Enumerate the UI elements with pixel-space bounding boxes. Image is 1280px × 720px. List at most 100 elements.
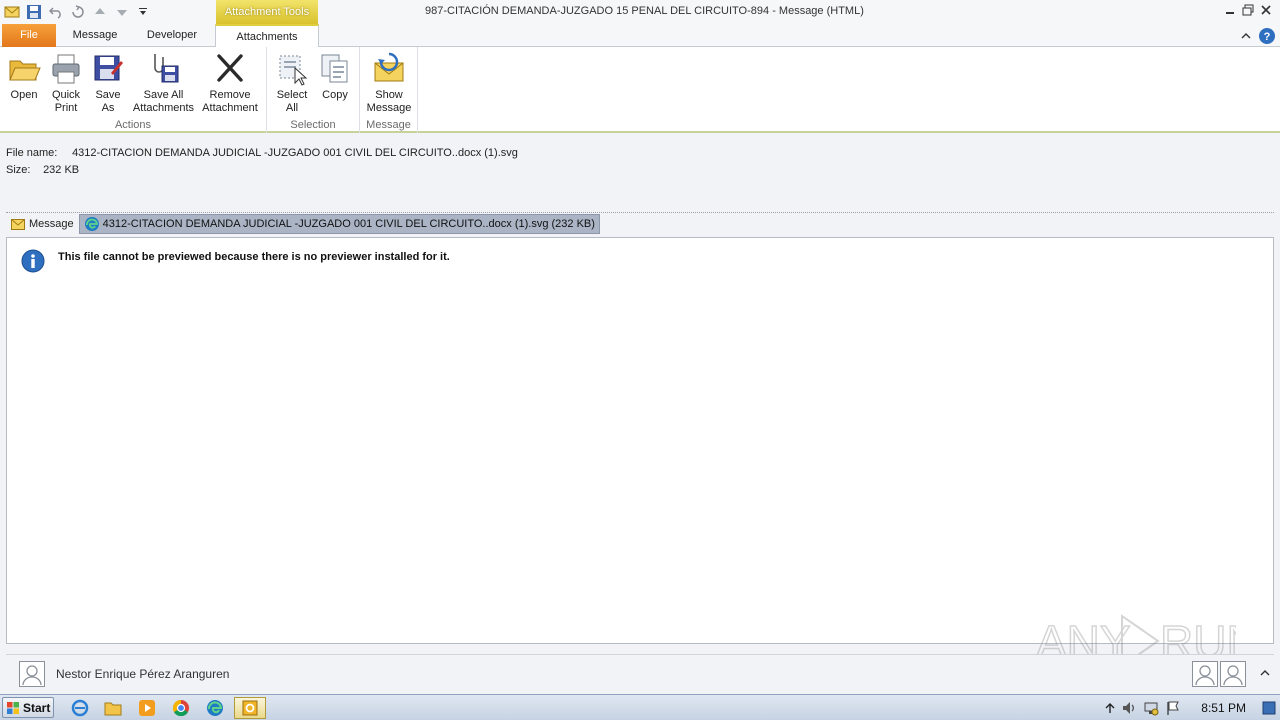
show-message-label-2: Message xyxy=(366,102,412,114)
actions-group-label: Actions xyxy=(114,119,152,131)
network-icon[interactable] xyxy=(1143,700,1159,716)
edge-icon xyxy=(84,217,99,231)
taskbar: Start 8:51 PM xyxy=(0,694,1280,720)
help-icon[interactable]: ? xyxy=(1258,27,1276,48)
title-bar: Attachment Tools 987-CITACIÓN DEMANDA-JU… xyxy=(0,0,1280,24)
attachment-file-label: 4312-CITACION DEMANDA JUDICIAL -JUZGADO … xyxy=(102,218,595,230)
show-message-button[interactable]: Show Message xyxy=(364,51,414,115)
attachment-preview-pane: This file cannot be previewed because th… xyxy=(6,237,1274,644)
ribbon-right-controls: ? xyxy=(1240,27,1276,48)
save-as-label-1: Save xyxy=(95,89,121,101)
select-all-button[interactable]: Select All xyxy=(272,51,312,115)
quick-print-label-1: Quick xyxy=(51,89,81,101)
select-all-label-1: Select xyxy=(276,89,308,101)
save-as-button[interactable]: Save As xyxy=(88,51,128,115)
envelope-icon xyxy=(11,218,25,230)
preview-message: This file cannot be previewed because th… xyxy=(58,251,450,263)
remove-label-2: Attachment xyxy=(202,102,258,114)
tab-file[interactable]: File xyxy=(2,24,56,47)
minimize-icon[interactable] xyxy=(1222,2,1238,18)
next-item-icon[interactable] xyxy=(112,3,132,21)
quick-print-button[interactable]: Quick Print xyxy=(45,51,87,115)
windows-logo-icon xyxy=(7,701,19,714)
file-name-label: File name: xyxy=(6,147,58,159)
show-hidden-icons-icon[interactable] xyxy=(1105,702,1115,714)
redo-icon[interactable] xyxy=(68,3,88,21)
save-all-label-1: Save All xyxy=(143,89,184,101)
start-label: Start xyxy=(23,700,51,715)
copy-label: Copy xyxy=(322,89,348,101)
contact-name[interactable]: Nestor Enrique Pérez Aranguren xyxy=(56,667,229,681)
file-size-label: Size: xyxy=(6,164,31,176)
system-tray: 8:51 PM xyxy=(1105,695,1280,720)
folder-open-icon xyxy=(9,60,41,81)
minimize-ribbon-icon[interactable] xyxy=(1240,30,1252,45)
expand-people-pane-icon[interactable] xyxy=(1260,668,1270,678)
taskbar-chrome-icon[interactable] xyxy=(167,697,195,719)
message-group-label: Message xyxy=(366,119,411,131)
printer-icon xyxy=(52,54,80,84)
open-label: Open xyxy=(10,89,38,101)
save-all-label-2: Attachments xyxy=(132,102,195,114)
tab-message[interactable]: Message xyxy=(62,24,128,47)
file-name-value: 4312-CITACION DEMANDA JUDICIAL -JUZGADO … xyxy=(72,147,518,159)
save-as-label-2: As xyxy=(101,102,115,114)
action-center-flag-icon[interactable] xyxy=(1165,700,1181,716)
actions-group: Open Quick Print Save As Save All Attach… xyxy=(0,47,267,133)
customize-qat-icon[interactable] xyxy=(134,3,154,21)
attachment-file-tab[interactable]: 4312-CITACION DEMANDA JUDICIAL -JUZGADO … xyxy=(78,214,600,234)
selection-group: Select All Copy Selection xyxy=(267,47,360,133)
select-all-label-2: All xyxy=(285,102,299,114)
info-icon xyxy=(21,249,45,273)
remove-x-icon xyxy=(217,54,243,82)
copy-button[interactable]: Copy xyxy=(315,51,355,102)
person-avatar-icon[interactable] xyxy=(1192,661,1218,687)
file-size-row: Size: 232 KB xyxy=(6,162,518,179)
taskbar-edge-icon[interactable] xyxy=(201,697,229,719)
show-message-icon xyxy=(374,52,404,82)
attachment-tools-header: Attachment Tools xyxy=(216,0,318,24)
copy-icon xyxy=(321,54,348,83)
ribbon: Open Quick Print Save As Save All Attach… xyxy=(0,47,1280,133)
select-all-icon xyxy=(279,55,308,86)
taskbar-explorer-icon[interactable] xyxy=(99,697,127,719)
remove-label-1: Remove xyxy=(209,89,251,101)
people-pane: Nestor Enrique Pérez Aranguren xyxy=(6,654,1274,690)
outlook-envelope-icon[interactable] xyxy=(2,3,22,21)
person-avatar-icon[interactable] xyxy=(1220,661,1246,687)
window-title: 987-CITACIÓN DEMANDA-JUZGADO 15 PENAL DE… xyxy=(425,5,864,17)
close-icon[interactable] xyxy=(1258,2,1274,18)
file-name-row: File name: 4312-CITACION DEMANDA JUDICIA… xyxy=(6,145,518,162)
tab-attachments[interactable]: Attachments xyxy=(215,24,319,48)
previous-item-icon[interactable] xyxy=(90,3,110,21)
attachment-strip: Message 4312-CITACION DEMANDA JUDICIAL -… xyxy=(6,213,600,235)
quick-access-toolbar xyxy=(2,3,154,21)
show-message-label-1: Show xyxy=(375,89,403,101)
taskbar-outlook-icon[interactable] xyxy=(234,697,266,719)
clock[interactable]: 8:51 PM xyxy=(1201,701,1246,715)
show-desktop-icon[interactable] xyxy=(1262,700,1276,716)
taskbar-media-player-icon[interactable] xyxy=(133,697,161,719)
save-all-attachments-button[interactable]: Save All Attachments xyxy=(130,51,197,115)
window-controls xyxy=(1222,2,1274,18)
remove-attachment-button[interactable]: Remove Attachment xyxy=(198,51,262,115)
message-group: Show Message Message xyxy=(360,47,418,133)
tab-developer[interactable]: Developer xyxy=(136,24,208,47)
save-all-attachments-icon xyxy=(153,54,178,83)
taskbar-ie-icon[interactable] xyxy=(66,697,94,719)
ribbon-tab-row: File Message Developer Attachments ? xyxy=(0,24,1280,48)
selection-group-label: Selection xyxy=(290,119,336,131)
attachment-message-tab[interactable]: Message xyxy=(6,214,79,234)
undo-icon[interactable] xyxy=(46,3,66,21)
file-size-value: 232 KB xyxy=(43,164,80,176)
save-icon[interactable] xyxy=(24,3,44,21)
volume-icon[interactable] xyxy=(1121,700,1137,716)
start-button[interactable]: Start xyxy=(2,697,54,718)
open-button[interactable]: Open xyxy=(3,51,45,102)
quick-print-label-2: Print xyxy=(54,102,78,114)
file-info: File name: 4312-CITACION DEMANDA JUDICIA… xyxy=(6,145,518,179)
svg-text:?: ? xyxy=(1264,31,1271,43)
restore-icon[interactable] xyxy=(1240,2,1256,18)
contact-avatar-icon[interactable] xyxy=(19,661,45,687)
attachment-message-label: Message xyxy=(29,218,74,230)
